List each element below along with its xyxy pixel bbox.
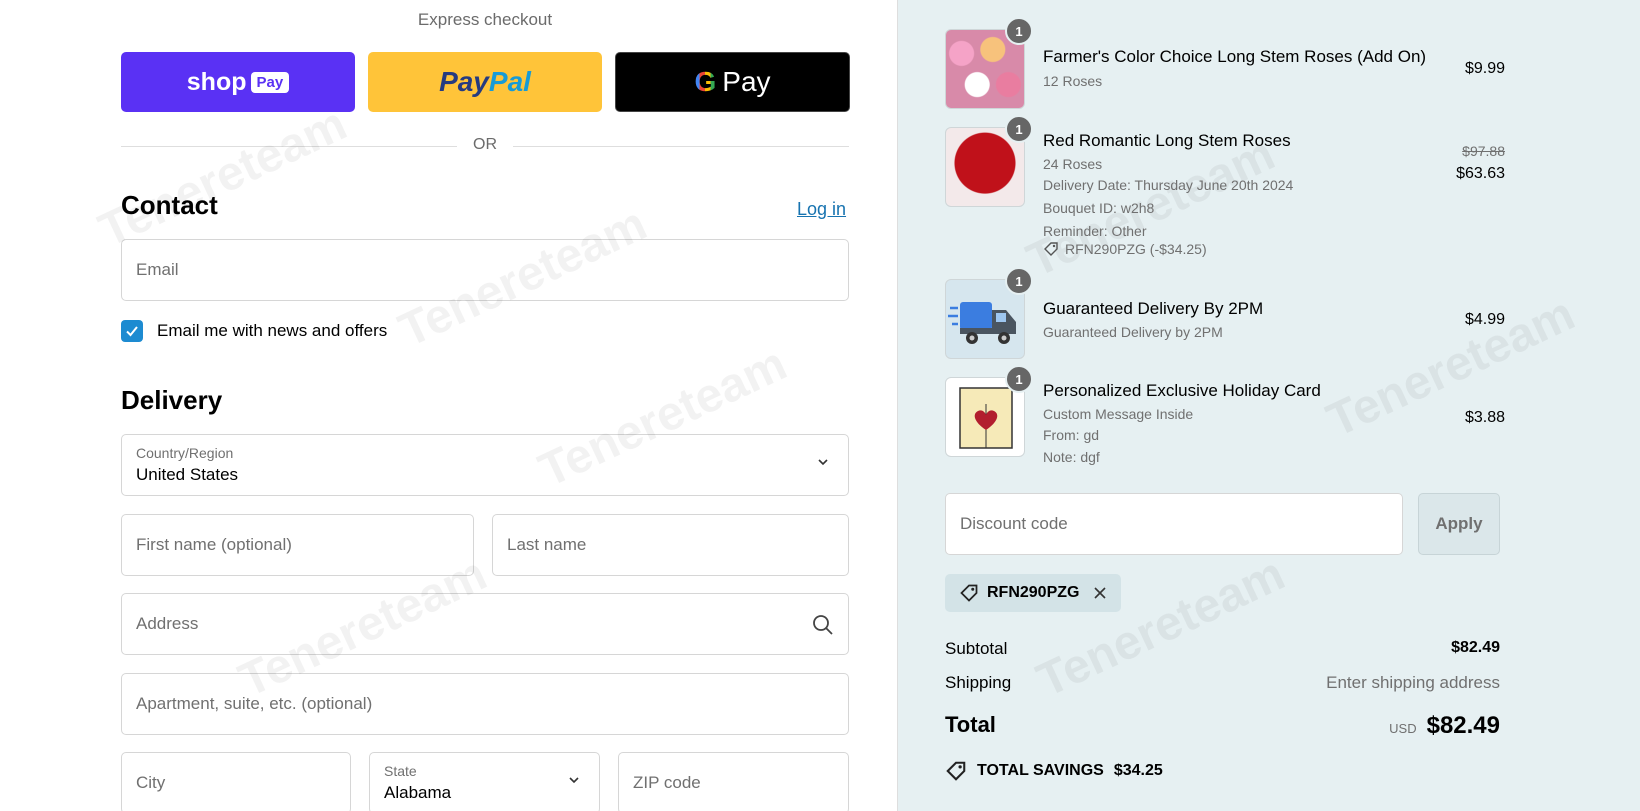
- close-icon: [1094, 587, 1107, 599]
- item-name: Farmer's Color Choice Long Stem Roses (A…: [1043, 47, 1427, 66]
- item-bouquet-id: Bouquet ID: w2h8: [1043, 200, 1155, 216]
- google-pay-button[interactable]: G Pay: [615, 52, 850, 112]
- item-original-price: $97.88: [1462, 143, 1505, 159]
- newsletter-label: Email me with news and offers: [157, 321, 388, 340]
- quantity-badge: 1: [1005, 17, 1033, 45]
- address-placeholder: Address: [136, 614, 199, 633]
- savings-tag-icon: [946, 761, 966, 781]
- item-name: Personalized Exclusive Holiday Card: [1043, 381, 1321, 400]
- item-variant: 24 Roses: [1043, 156, 1103, 172]
- state-label: State: [384, 763, 417, 779]
- email-field[interactable]: Email: [121, 239, 849, 301]
- subtotal-row: Subtotal $82.49: [945, 639, 1500, 659]
- total-label: Total: [945, 712, 996, 737]
- cart-item: 1 Farmer's Color Choice Long Stem Roses …: [945, 17, 1505, 109]
- item-reminder: Reminder: Other: [1043, 223, 1147, 239]
- first-name-field[interactable]: First name (optional): [121, 514, 474, 576]
- tag-icon: [960, 584, 978, 602]
- express-checkout-title: Express checkout: [417, 10, 553, 29]
- item-discount-code: RFN290PZG (-$34.25): [1065, 241, 1207, 257]
- cart-item: 1 Red Romantic Long Stem Roses 24 Roses …: [945, 115, 1505, 267]
- item-variant: Custom Message Inside: [1043, 406, 1194, 422]
- checkmark-icon: [126, 326, 138, 337]
- subtotal-value: $82.49: [1451, 639, 1500, 656]
- country-value: United States: [136, 465, 239, 484]
- state-select[interactable]: State Alabama: [369, 752, 600, 811]
- google-g-icon: G: [694, 66, 717, 97]
- applied-discount-code: RFN290PZG: [987, 584, 1080, 601]
- search-icon: [813, 615, 833, 635]
- total-value: $82.49: [1426, 712, 1500, 739]
- or-text: OR: [473, 136, 497, 153]
- total-savings: TOTAL SAVINGS $34.25: [945, 760, 1163, 782]
- shop-pay-pill: Pay: [250, 71, 290, 93]
- zip-field[interactable]: ZIP code: [618, 752, 849, 811]
- cart-item: 1 Guaranteed Delivery By 2PM Guaranteed …: [945, 267, 1505, 359]
- or-divider: OR: [121, 134, 849, 158]
- item-from: From: gd: [1043, 427, 1100, 443]
- chevron-down-icon: [569, 777, 579, 784]
- contact-heading: Contact: [121, 190, 218, 220]
- delivery-heading: Delivery: [121, 385, 223, 415]
- checkout-form-panel: Express checkout shop Pay Pay Pal G Pay O…: [0, 0, 897, 811]
- paypal-button[interactable]: Pay Pal: [368, 52, 602, 112]
- first-name-placeholder: First name (optional): [136, 535, 292, 554]
- paypal-logo-part1: Pay: [439, 66, 489, 97]
- item-price: $4.99: [1464, 311, 1505, 328]
- zip-placeholder: ZIP code: [633, 773, 701, 792]
- address-field[interactable]: Address: [121, 593, 849, 655]
- shipping-value: Enter shipping address: [1326, 673, 1500, 692]
- remove-discount-button[interactable]: [1093, 586, 1107, 600]
- discount-code-field[interactable]: Discount code: [945, 493, 1403, 555]
- currency-code: USD: [1389, 721, 1417, 736]
- total-savings-label: TOTAL SAVINGS: [977, 762, 1104, 779]
- shop-pay-button[interactable]: shop Pay: [121, 52, 355, 112]
- item-variant: Guaranteed Delivery by 2PM: [1043, 324, 1223, 340]
- shipping-row: Shipping Enter shipping address: [945, 673, 1500, 693]
- watermark: Tenereteam: [91, 97, 355, 258]
- email-placeholder: Email: [136, 260, 179, 279]
- item-discount: RFN290PZG (-$34.25): [1043, 241, 1207, 257]
- total-row: Total USD $82.49: [945, 712, 1500, 746]
- apartment-placeholder: Apartment, suite, etc. (optional): [136, 694, 373, 713]
- country-label: Country/Region: [136, 445, 234, 461]
- item-delivery-date: Delivery Date: Thursday June 20th 2024: [1043, 177, 1294, 193]
- cart-item: 1 Personalized Exclusive Holiday Card Cu…: [945, 365, 1505, 467]
- discount-placeholder: Discount code: [960, 514, 1068, 533]
- login-link[interactable]: Log in: [797, 199, 846, 220]
- item-variant: 12 Roses: [1043, 73, 1103, 89]
- quantity-badge: 1: [1005, 267, 1033, 295]
- item-name: Red Romantic Long Stem Roses: [1043, 131, 1291, 150]
- apply-button[interactable]: Apply: [1418, 493, 1500, 555]
- paypal-logo-part2: Pal: [488, 66, 531, 97]
- city-field[interactable]: City: [121, 752, 351, 811]
- shop-pay-logo: shop: [186, 67, 247, 96]
- tag-icon: [1044, 242, 1058, 256]
- total-savings-value: $34.25: [1113, 762, 1163, 779]
- applied-discount-chip: RFN290PZG: [945, 574, 1122, 612]
- chevron-down-icon: [818, 459, 828, 466]
- last-name-field[interactable]: Last name: [492, 514, 849, 576]
- item-note: Note: dgf: [1043, 449, 1100, 465]
- last-name-placeholder: Last name: [507, 535, 587, 554]
- city-placeholder: City: [136, 773, 166, 792]
- item-price: $9.99: [1464, 60, 1505, 77]
- state-value: Alabama: [384, 783, 452, 802]
- google-pay-label: Pay: [722, 66, 771, 97]
- item-name: Guaranteed Delivery By 2PM: [1043, 299, 1264, 318]
- newsletter-row[interactable]: Email me with news and offers: [121, 320, 387, 342]
- apartment-field[interactable]: Apartment, suite, etc. (optional): [121, 673, 849, 735]
- quantity-badge: 1: [1005, 115, 1033, 143]
- item-price: $63.63: [1456, 165, 1505, 182]
- newsletter-checkbox[interactable]: [121, 320, 143, 342]
- subtotal-label: Subtotal: [945, 639, 1008, 658]
- quantity-badge: 1: [1005, 365, 1033, 393]
- item-price: $3.88: [1464, 409, 1505, 426]
- country-select[interactable]: Country/Region United States: [121, 434, 849, 496]
- shipping-label: Shipping: [945, 673, 1012, 692]
